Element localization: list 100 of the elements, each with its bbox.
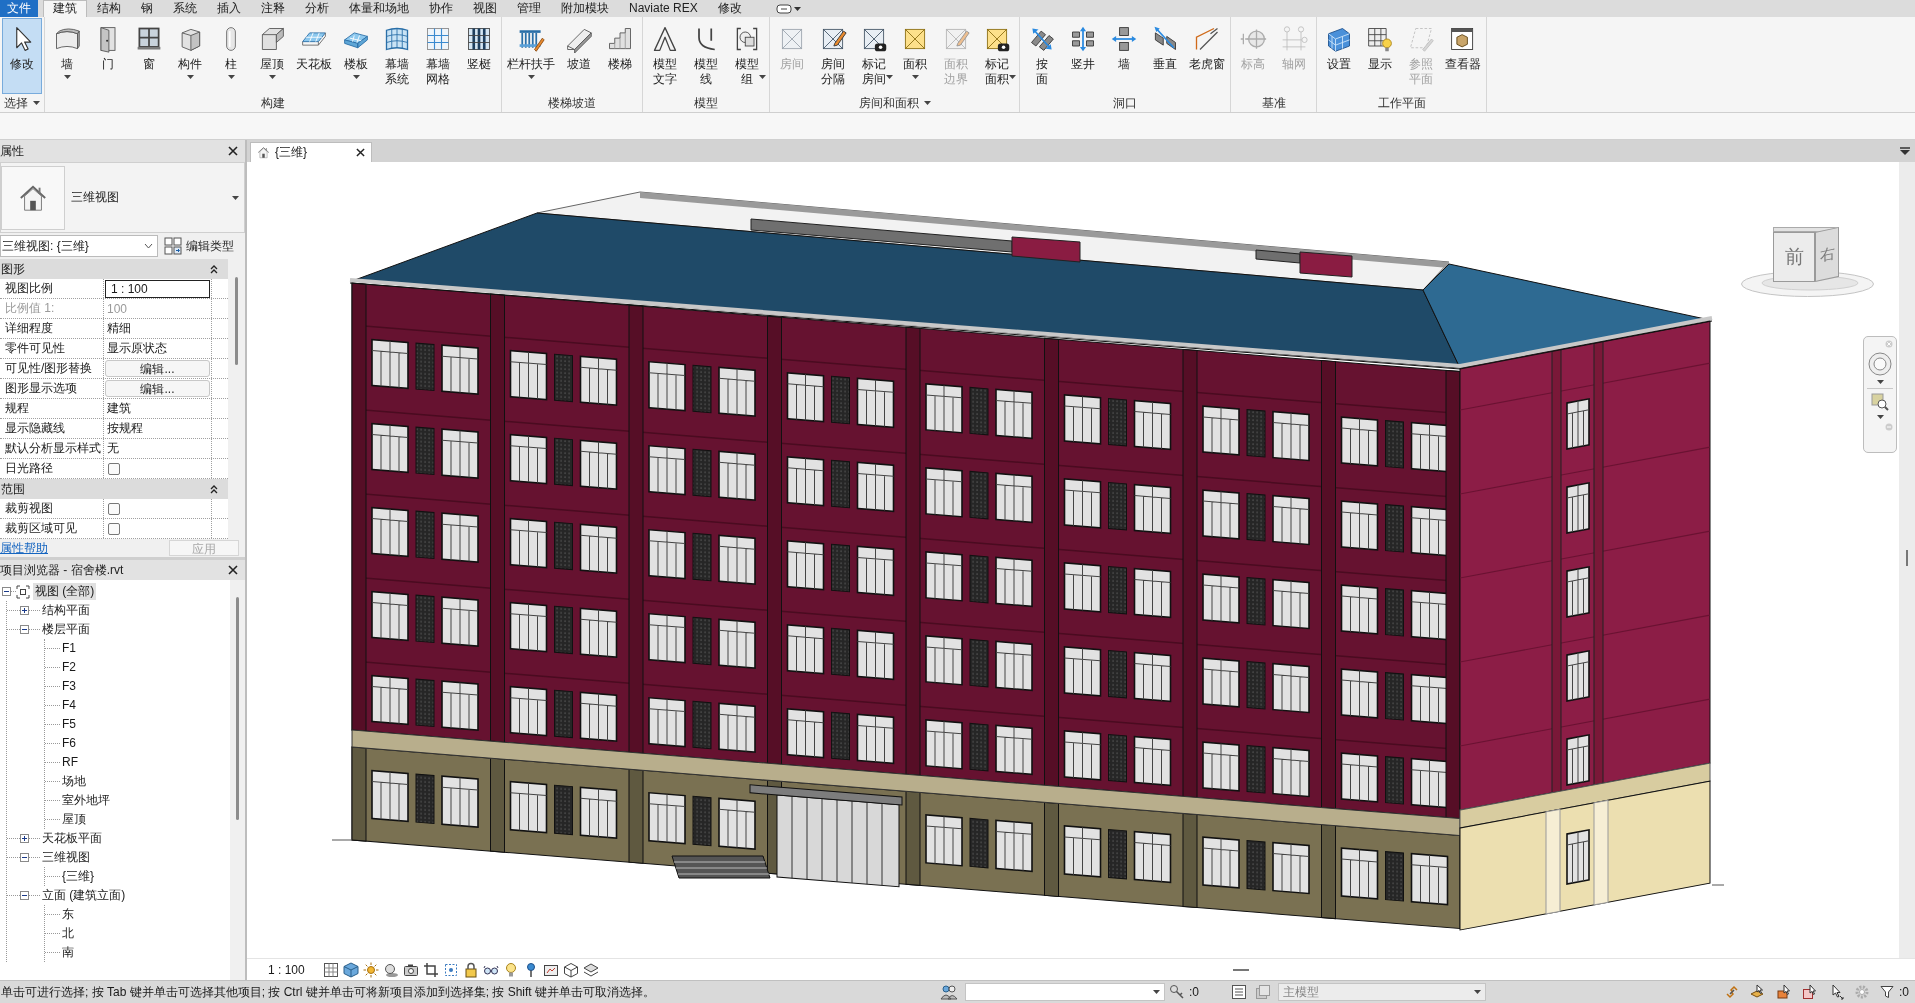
tree-item[interactable]: 视图 (全部) — [33, 583, 97, 600]
ribbon-tab[interactable]: Naviate REX — [619, 0, 708, 17]
tree-item[interactable]: 东 — [60, 906, 76, 923]
model-text-tool-button[interactable]: 模型文字 — [645, 18, 685, 94]
view-cube-front-face[interactable]: 前 — [1773, 232, 1815, 282]
tree-item[interactable]: F4 — [60, 697, 78, 714]
dormer-tool-button[interactable]: 老虎窗 — [1186, 18, 1228, 94]
tree-item[interactable]: F2 — [60, 659, 78, 676]
tree-item[interactable]: 室外地坪 — [60, 792, 112, 809]
model-group-tool-button[interactable]: 模型组 — [727, 18, 767, 94]
area-tool-button[interactable]: 面积 — [895, 18, 935, 94]
close-icon[interactable] — [228, 565, 238, 575]
cube-icon[interactable] — [342, 961, 359, 978]
workset-dropdown-field[interactable] — [965, 983, 1165, 1001]
ribbon-tab[interactable]: 系统 — [163, 0, 207, 17]
tree-item[interactable]: 南 — [60, 944, 76, 961]
tree-item[interactable]: 北 — [60, 925, 76, 942]
ribbon-tab[interactable]: 视图 — [463, 0, 507, 17]
lock-icon[interactable] — [462, 961, 479, 978]
tree-item[interactable]: 楼层平面 — [40, 621, 92, 638]
ribbon-tab[interactable]: 建筑 — [43, 0, 87, 17]
filter-icon[interactable] — [1880, 985, 1894, 999]
ribbon-tab[interactable]: 协作 — [419, 0, 463, 17]
crop-frame-icon[interactable] — [442, 961, 459, 978]
ramp-tool-button[interactable]: 坡道 — [559, 18, 599, 94]
tree-item[interactable]: 场地 — [60, 773, 88, 790]
property-group-header[interactable]: 图形 — [0, 259, 228, 279]
scrollbar-thumb[interactable] — [1232, 968, 1249, 971]
edit-type-button[interactable]: 编辑类型 — [162, 237, 236, 255]
window-tool-button[interactable]: 窗 — [129, 18, 169, 94]
tree-item[interactable]: F5 — [60, 716, 78, 733]
grid-square-icon[interactable] — [322, 961, 339, 978]
model-line-tool-button[interactable]: 模型线 — [686, 18, 726, 94]
wall-tool-button[interactable]: 墙 — [47, 18, 87, 94]
component-tool-button[interactable]: 构件 — [170, 18, 210, 94]
by-face-tool-button[interactable]: 按面 — [1022, 18, 1062, 94]
mullion-tool-button[interactable]: 竖梃 — [459, 18, 499, 94]
collapse-icon[interactable] — [20, 891, 29, 900]
shaft-tool-button[interactable]: 竖井 — [1063, 18, 1103, 94]
column-tool-button[interactable]: 柱 — [211, 18, 251, 94]
room-separator-tool-button[interactable]: 房间分隔 — [813, 18, 853, 94]
property-group-header[interactable]: 范围 — [0, 479, 228, 499]
scrollbar-thumb[interactable] — [235, 277, 238, 365]
curtain-grid-tool-button[interactable]: 幕墙网格 — [418, 18, 458, 94]
tree-item[interactable]: F6 — [60, 735, 78, 752]
checkbox[interactable] — [108, 522, 120, 535]
curtain-system-tool-button[interactable]: 幕墙系统 — [377, 18, 417, 94]
tree-item[interactable]: 立面 (建筑立面) — [40, 887, 128, 904]
checkbox[interactable] — [108, 462, 120, 475]
type-selector[interactable]: 三维视图 — [0, 162, 245, 233]
ribbon-tab[interactable]: 体量和场地 — [339, 0, 419, 17]
ribbon-tab[interactable]: 注释 — [251, 0, 295, 17]
collapse-icon[interactable] — [2, 587, 11, 596]
ribbon-panel-title[interactable]: 房间和面积 — [772, 94, 1017, 112]
worksets-icon[interactable] — [940, 984, 958, 1000]
ceiling-tool-button[interactable]: 天花板 — [293, 18, 335, 94]
edit-button[interactable]: 编辑... — [105, 360, 210, 377]
sun-icon[interactable] — [362, 961, 379, 978]
file-menu-tab[interactable]: 文件 — [0, 0, 38, 17]
modify-tool-button[interactable]: 修改 — [2, 18, 42, 94]
expand-icon[interactable] — [20, 606, 29, 615]
concentric-circles-icon[interactable] — [1868, 352, 1892, 376]
tree-item[interactable]: 结构平面 — [40, 602, 92, 619]
railing-tool-button[interactable]: 栏杆扶手 — [504, 18, 558, 94]
list-icon[interactable] — [1231, 984, 1247, 1000]
shadow-icon[interactable] — [382, 961, 399, 978]
crop-icon[interactable] — [422, 961, 439, 978]
scrollbar-thumb[interactable] — [236, 597, 239, 820]
ribbon-tab[interactable]: 附加模块 — [551, 0, 619, 17]
collapse-icon[interactable] — [20, 853, 29, 862]
viewer-tool-button[interactable]: 查看器 — [1442, 18, 1484, 94]
tree-item[interactable]: 三维视图 — [40, 849, 92, 866]
ribbon-tab[interactable]: 插入 — [207, 0, 251, 17]
roof-tool-button[interactable]: 屋顶 — [252, 18, 292, 94]
tree-item[interactable]: {三维} — [60, 868, 96, 885]
cube-outline-icon[interactable] — [562, 961, 579, 978]
set-workplane-tool-button[interactable]: 设置 — [1319, 18, 1359, 94]
collapse-icon[interactable] — [20, 625, 29, 634]
cursor-layers-icon[interactable] — [1750, 984, 1766, 1000]
help-link[interactable]: 属性帮助 — [0, 539, 48, 557]
room-tag-tool-button[interactable]: 标记房间 — [854, 18, 894, 94]
ribbon-tab[interactable]: 管理 — [507, 0, 551, 17]
floor-tool-button[interactable]: 楼板 — [336, 18, 376, 94]
scrollbar-thumb[interactable] — [1906, 550, 1908, 566]
ribbon-panel-title[interactable]: 选择 — [2, 94, 42, 112]
cursor-face-icon[interactable] — [1802, 984, 1818, 1000]
panel-toggle-icon[interactable] — [775, 3, 802, 14]
area-tag-tool-button[interactable]: 标记面积 — [977, 18, 1017, 94]
view-tab[interactable]: {三维} — [250, 142, 372, 162]
wall-opening-tool-button[interactable]: 墙 — [1104, 18, 1144, 94]
tree-item[interactable]: RF — [60, 754, 80, 771]
ribbon-tab[interactable]: 钢 — [131, 0, 163, 17]
tree-item[interactable]: F1 — [60, 640, 78, 657]
tree-item[interactable]: F3 — [60, 678, 78, 695]
ribbon-tab[interactable]: 分析 — [295, 0, 339, 17]
expand-icon[interactable] — [20, 834, 29, 843]
chain-link-icon[interactable] — [1724, 984, 1740, 1000]
show-workplane-tool-button[interactable]: 显示 — [1360, 18, 1400, 94]
close-icon[interactable] — [356, 148, 365, 157]
scale-label[interactable]: 1 : 100 — [268, 962, 305, 977]
